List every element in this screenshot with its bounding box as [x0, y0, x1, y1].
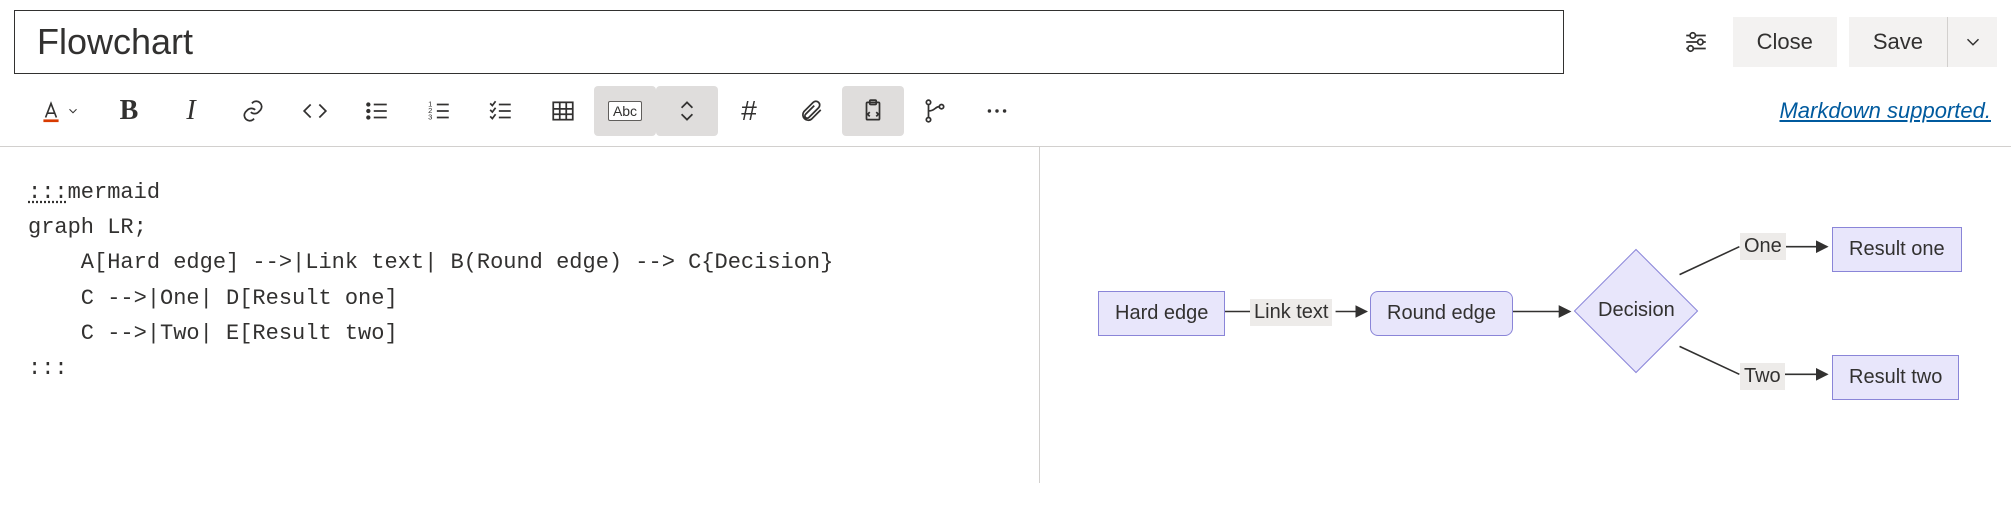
- italic-button[interactable]: I: [160, 86, 222, 136]
- link-icon: [240, 98, 266, 124]
- chevron-down-icon: [1962, 31, 1984, 53]
- branch-button[interactable]: [904, 86, 966, 136]
- editor-pane[interactable]: :::mermaid graph LR; A[Hard edge] -->|Li…: [0, 147, 1040, 483]
- save-dropdown-button[interactable]: [1947, 17, 1997, 67]
- abc-icon: Abc: [608, 101, 642, 121]
- header: Close Save: [0, 0, 2011, 82]
- bold-icon: B: [120, 95, 139, 127]
- code-line: C -->|Two| E[Result two]: [28, 321, 398, 346]
- markdown-supported-link[interactable]: Markdown supported.: [1779, 98, 1991, 124]
- edge-label-ce: Two: [1740, 363, 1785, 390]
- branch-icon: [922, 98, 948, 124]
- save-split-button: Save: [1849, 17, 1997, 67]
- expand-collapse-button[interactable]: [656, 86, 718, 136]
- hash-icon: #: [741, 95, 757, 127]
- edge-label-ab: Link text: [1250, 299, 1332, 326]
- font-color-icon: [38, 98, 64, 124]
- font-style-button[interactable]: [20, 86, 98, 136]
- heading-button[interactable]: #: [718, 86, 780, 136]
- toolbar: B I 1 2 3: [0, 82, 2011, 146]
- settings-sliders-button[interactable]: [1671, 17, 1721, 67]
- numbered-list-icon: 1 2 3: [426, 98, 452, 124]
- code-lang: mermaid: [68, 180, 160, 205]
- flowchart-node-e: Result two: [1832, 355, 1959, 400]
- flowchart-node-c: Decision: [1598, 299, 1675, 322]
- checklist-button[interactable]: [470, 86, 532, 136]
- code-line: graph LR;: [28, 215, 147, 240]
- updown-chevron-icon: [674, 98, 700, 124]
- preview-pane: Hard edge Link text Round edge Decision …: [1040, 147, 2011, 483]
- checklist-icon: [488, 98, 514, 124]
- title-input[interactable]: [14, 10, 1564, 74]
- flowchart-node-a: Hard edge: [1098, 291, 1225, 336]
- more-button[interactable]: [966, 86, 1028, 136]
- svg-text:3: 3: [428, 113, 432, 122]
- chevron-down-icon: [66, 104, 80, 118]
- bold-button[interactable]: B: [98, 86, 160, 136]
- ellipsis-icon: [984, 98, 1010, 124]
- link-button[interactable]: [222, 86, 284, 136]
- table-button[interactable]: [532, 86, 594, 136]
- code-fence-open: :::: [28, 180, 68, 205]
- edge-label-cd: One: [1740, 233, 1786, 260]
- save-button[interactable]: Save: [1849, 17, 1947, 67]
- paperclip-icon: [798, 98, 824, 124]
- code-line: A[Hard edge] -->|Link text| B(Round edge…: [28, 250, 833, 275]
- table-icon: [550, 98, 576, 124]
- numbered-list-button[interactable]: 1 2 3: [408, 86, 470, 136]
- flowchart-node-d: Result one: [1832, 227, 1962, 272]
- code-button[interactable]: [284, 86, 346, 136]
- flowchart-node-b: Round edge: [1370, 291, 1513, 336]
- close-button[interactable]: Close: [1733, 17, 1837, 67]
- clipboard-code-button[interactable]: [842, 86, 904, 136]
- code-fence-close: :::: [28, 356, 68, 381]
- bullet-list-icon: [364, 98, 390, 124]
- abc-button[interactable]: Abc: [594, 86, 656, 136]
- italic-icon: I: [186, 95, 195, 127]
- content-area: :::mermaid graph LR; A[Hard edge] -->|Li…: [0, 146, 2011, 483]
- attachment-button[interactable]: [780, 86, 842, 136]
- code-line: C -->|One| D[Result one]: [28, 286, 398, 311]
- sliders-icon: [1683, 29, 1709, 55]
- code-icon: [302, 98, 328, 124]
- clipboard-code-icon: [860, 98, 886, 124]
- bullet-list-button[interactable]: [346, 86, 408, 136]
